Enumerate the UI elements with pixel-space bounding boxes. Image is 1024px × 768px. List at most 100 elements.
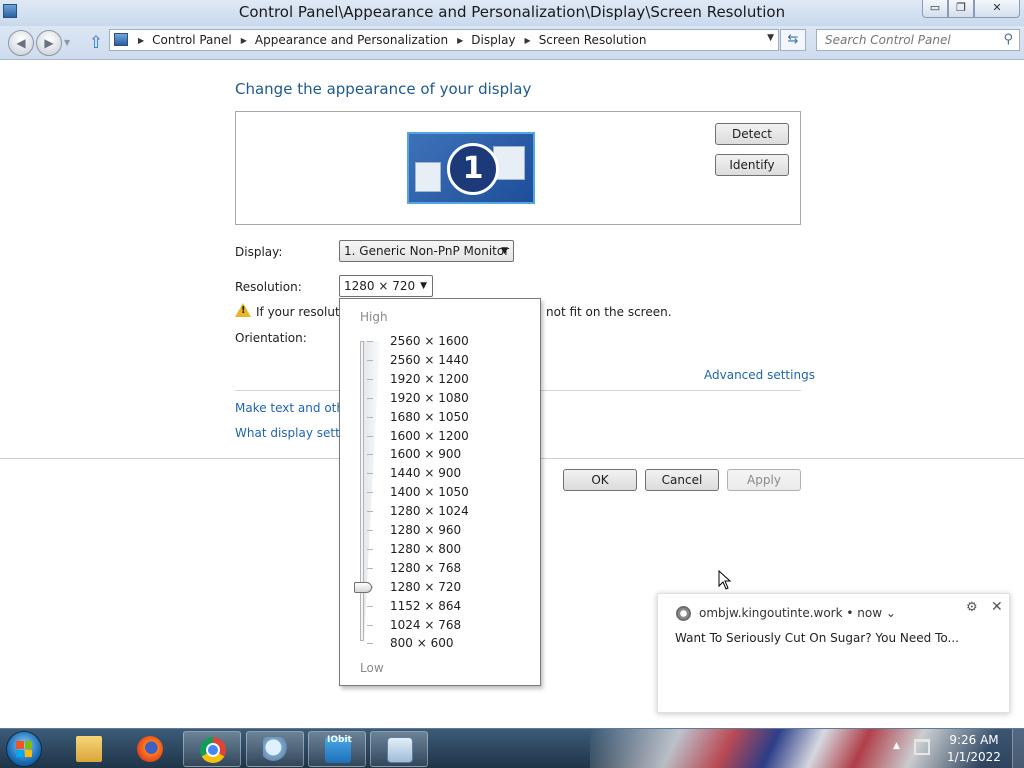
navigation-bar: ◀ ▶ ▼ ⇧ ▶ Control Panel ▶ Appearance and… <box>0 26 1024 60</box>
taskbar-chrome[interactable] <box>183 731 241 767</box>
chrome-icon <box>200 737 226 763</box>
display-select[interactable]: 1. Generic Non-PnP Monitor ▼ <box>339 240 514 262</box>
slider-tick <box>367 435 373 437</box>
recent-pages-chevron-icon[interactable]: ▼ <box>64 38 70 47</box>
slider-tick <box>367 530 373 531</box>
monitor-icon[interactable]: 1 <box>407 132 535 204</box>
resolution-option[interactable]: 1680 × 1050 <box>390 408 469 427</box>
search-box[interactable]: ⚲ <box>816 29 1020 51</box>
slider-tick <box>367 643 373 645</box>
resolution-dropdown: High 2560 × 1600 2560 × 1440 1920 × 1200 19… <box>339 298 541 686</box>
resolution-option[interactable]: 1280 × 800 <box>390 540 461 559</box>
window-thumbnail <box>415 162 441 192</box>
resolution-label: Resolution: <box>235 280 302 294</box>
minimize-button[interactable]: ▭ <box>922 0 948 18</box>
taskbar: IObit ▲ 9:26 AM 1/1/2022 <box>0 728 1024 768</box>
display-select-value: 1. Generic Non-PnP Monitor <box>344 244 510 258</box>
close-icon[interactable]: ✕ <box>991 599 1003 615</box>
close-button[interactable]: ✕ <box>974 0 1020 18</box>
chevron-down-icon: ▼ <box>501 246 508 256</box>
cancel-button[interactable]: Cancel <box>645 469 719 491</box>
slider-scale <box>364 341 380 641</box>
breadcrumb-appearance[interactable]: Appearance and Personalization <box>255 33 448 47</box>
search-input[interactable] <box>817 30 997 50</box>
resolution-option[interactable]: 1600 × 1200 <box>390 427 469 446</box>
resolution-option[interactable]: 1280 × 960 <box>390 521 461 540</box>
low-label: Low <box>360 661 384 675</box>
slider-tick <box>367 397 373 399</box>
show-hidden-icons-icon[interactable]: ▲ <box>893 741 900 751</box>
refresh-icon[interactable]: ⇆ <box>780 29 806 51</box>
resolution-option[interactable]: 1400 × 1050 <box>390 483 469 502</box>
address-dropdown-icon[interactable]: ▼ <box>767 33 774 43</box>
search-icon[interactable]: ⚲ <box>1003 32 1013 47</box>
resolution-option[interactable]: 2560 × 1440 <box>390 351 469 370</box>
taskbar-control-panel[interactable] <box>370 731 428 767</box>
resolution-slider-thumb[interactable] <box>354 581 372 593</box>
page-title: Change the appearance of your display <box>235 80 532 98</box>
clock-time[interactable]: 9:26 AM <box>944 733 1004 747</box>
detect-button[interactable]: Detect <box>715 123 789 145</box>
identify-button[interactable]: Identify <box>715 154 789 176</box>
slider-tick <box>367 473 373 475</box>
breadcrumb-control-panel[interactable]: Control Panel <box>152 33 232 47</box>
show-desktop-button[interactable] <box>1012 729 1024 768</box>
slider-tick <box>367 605 373 607</box>
control-panel-location-icon <box>114 33 128 46</box>
network-icon[interactable] <box>914 739 930 755</box>
magnifier-icon <box>263 737 289 763</box>
resolution-option[interactable]: 2560 × 1600 <box>390 332 469 351</box>
resolution-option[interactable]: 1280 × 768 <box>390 559 461 578</box>
address-bar[interactable]: ▶ Control Panel ▶ Appearance and Persona… <box>109 29 779 51</box>
start-button[interactable] <box>6 731 42 767</box>
chevron-down-icon: ▼ <box>420 281 427 291</box>
breadcrumb-separator-icon[interactable]: ▶ <box>525 36 531 45</box>
warning-icon: ! <box>235 303 251 317</box>
taskbar-windows-explorer[interactable] <box>60 731 118 767</box>
apply-button[interactable]: Apply <box>727 469 801 491</box>
resolution-slider-track[interactable] <box>360 341 364 641</box>
resolution-option[interactable]: 1920 × 1080 <box>390 389 469 408</box>
notification-toast[interactable]: ombjw.kingoutinte.work • now ⌄ ⚙ ✕ Want … <box>657 593 1010 713</box>
warning-text-start: If your resolutio <box>256 305 351 319</box>
ok-button[interactable]: OK <box>563 469 637 491</box>
maximize-button[interactable]: ❐ <box>948 0 974 18</box>
resolution-select[interactable]: 1280 × 720 ▼ <box>339 275 433 297</box>
windows-logo-icon <box>16 741 32 757</box>
taskbar-search-tool[interactable] <box>246 731 304 767</box>
up-arrow-icon[interactable]: ⇧ <box>86 33 106 53</box>
resolution-option[interactable]: 800 × 600 <box>390 634 454 653</box>
slider-tick <box>367 341 373 342</box>
display-preview-panel: 1 Detect Identify <box>235 111 801 225</box>
resolution-option[interactable]: 1280 × 720 <box>390 578 461 597</box>
notification-message[interactable]: Want To Seriously Cut On Sugar? You Need… <box>675 631 959 645</box>
slider-tick <box>367 359 373 361</box>
advanced-settings-link[interactable]: Advanced settings <box>704 368 815 382</box>
back-button[interactable]: ◀ <box>8 30 34 56</box>
breadcrumb-separator-icon[interactable]: ▶ <box>138 36 144 45</box>
clock-date[interactable]: 1/1/2022 <box>944 750 1004 764</box>
breadcrumb-display[interactable]: Display <box>471 33 515 47</box>
window-title: Control Panel\Appearance and Personaliza… <box>238 3 786 21</box>
iobit-logo-text: IObit <box>327 735 352 745</box>
warning-text-end: not fit on the screen. <box>546 305 672 319</box>
resolution-select-value: 1280 × 720 <box>344 279 416 293</box>
slider-tick <box>367 511 373 513</box>
breadcrumb: ▶ Control Panel ▶ Appearance and Persona… <box>134 30 646 50</box>
breadcrumb-separator-icon[interactable]: ▶ <box>457 36 463 45</box>
forward-button[interactable]: ▶ <box>36 30 62 56</box>
breadcrumb-separator-icon[interactable]: ▶ <box>241 36 247 45</box>
slider-tick <box>367 548 373 550</box>
mouse-cursor-icon <box>718 570 732 590</box>
resolution-option[interactable]: 1024 × 768 <box>390 616 461 635</box>
taskbar-iobit[interactable]: IObit <box>308 731 366 767</box>
breadcrumb-screen-resolution[interactable]: Screen Resolution <box>539 33 647 47</box>
taskbar-firefox[interactable] <box>121 731 179 767</box>
resolution-option[interactable]: 1152 × 864 <box>390 597 461 616</box>
gear-icon[interactable]: ⚙ <box>966 600 978 615</box>
chrome-icon <box>676 606 691 621</box>
resolution-option[interactable]: 1440 × 900 <box>390 464 461 483</box>
resolution-option[interactable]: 1600 × 900 <box>390 445 461 464</box>
resolution-option[interactable]: 1920 × 1200 <box>390 370 469 389</box>
resolution-option[interactable]: 1280 × 1024 <box>390 502 469 521</box>
